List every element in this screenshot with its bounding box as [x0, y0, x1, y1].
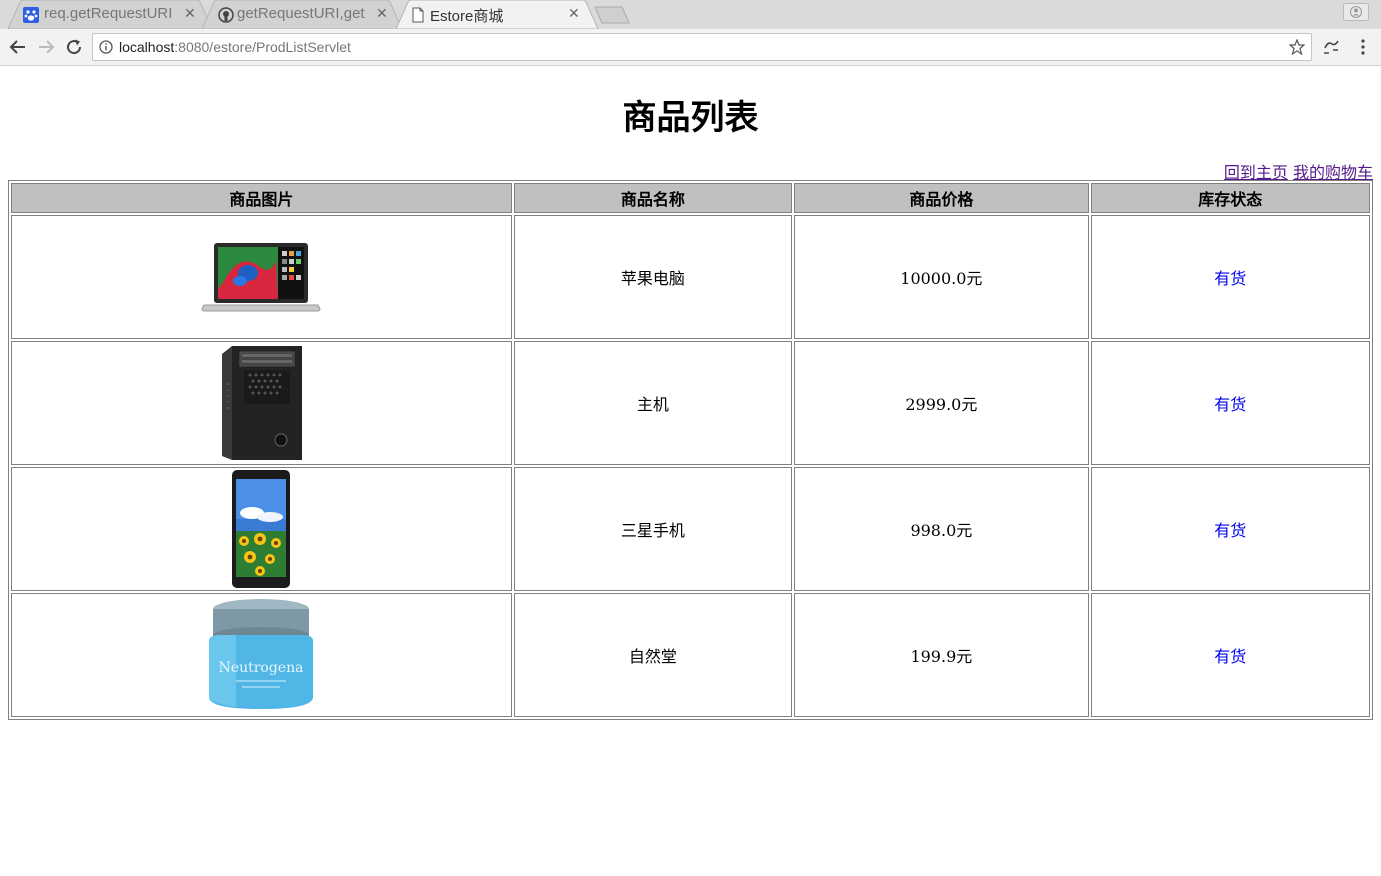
page-title: 商品列表: [622, 98, 759, 138]
info-icon[interactable]: [99, 40, 113, 54]
table-row: 苹果电脑 10000.0元 有货: [11, 215, 1370, 339]
product-name: 苹果电脑: [513, 215, 793, 339]
product-image-cell: [11, 467, 512, 591]
table-header-row: 商品图片 商品名称 商品价格 库存状态: [11, 183, 1370, 213]
bookmark-star-icon[interactable]: [1289, 39, 1305, 55]
new-tab-button[interactable]: [594, 6, 630, 24]
forward-icon[interactable]: [37, 38, 55, 56]
tab-strip: req.getRequestURI ✕ getRequestURI,get ✕ …: [0, 0, 1381, 29]
page-content: 商品列表 回到主页 我的购物车 商品图片 商品名称 商品价格 库存状态 苹果电脑…: [0, 66, 1381, 876]
back-icon[interactable]: [9, 38, 27, 56]
cream-jar-image[interactable]: Neutrogena: [206, 597, 316, 713]
product-name: 三星手机: [513, 467, 793, 591]
tab-getrequesturi-get[interactable]: getRequestURI,get ✕: [202, 0, 402, 29]
url-host: localhost: [119, 39, 175, 55]
table-row: Neutrogena 自然堂 199.9元 有货: [11, 593, 1370, 717]
product-image-cell: [11, 341, 512, 465]
header-stock: 库存状态: [1090, 183, 1370, 213]
header-image: 商品图片: [11, 183, 512, 213]
product-image-cell: [11, 215, 512, 339]
pc-tower-image[interactable]: [218, 344, 304, 462]
product-table: 商品图片 商品名称 商品价格 库存状态 苹果电脑 10000.0元 有货 主机 …: [8, 180, 1373, 720]
tab-estore[interactable]: Estore商城 ✕: [396, 0, 598, 29]
tab-close-icon[interactable]: ✕: [184, 6, 196, 22]
product-price: 998.0元: [794, 467, 1089, 591]
phone-image[interactable]: [230, 469, 292, 589]
product-image-cell: Neutrogena: [11, 593, 512, 717]
browser-toolbar: localhost:8080/estore/ProdListServlet: [0, 29, 1381, 66]
table-row: 三星手机 998.0元 有货: [11, 467, 1370, 591]
header-price: 商品价格: [794, 183, 1089, 213]
laptop-image[interactable]: [200, 241, 322, 313]
jar-label: Neutrogena: [219, 660, 304, 676]
header-name: 商品名称: [513, 183, 793, 213]
stock-status[interactable]: 有货: [1090, 215, 1370, 339]
profile-button[interactable]: [1343, 3, 1369, 21]
tab-title: Estore商城: [430, 8, 504, 25]
reload-icon[interactable]: [65, 38, 83, 56]
github-icon: [218, 7, 234, 23]
product-price: 10000.0元: [794, 215, 1089, 339]
product-price: 199.9元: [794, 593, 1089, 717]
address-bar[interactable]: localhost:8080/estore/ProdListServlet: [92, 33, 1312, 61]
person-icon: [1350, 6, 1362, 18]
product-name: 主机: [513, 341, 793, 465]
tab-title: req.getRequestURI: [44, 5, 173, 22]
page-icon: [412, 7, 424, 23]
stock-status[interactable]: 有货: [1090, 593, 1370, 717]
tab-title: getRequestURI,get: [237, 5, 365, 22]
product-price: 2999.0元: [794, 341, 1089, 465]
tab-close-icon[interactable]: ✕: [376, 6, 388, 22]
tab-req-getrequesturi[interactable]: req.getRequestURI ✕: [8, 0, 212, 29]
url-text: localhost:8080/estore/ProdListServlet: [119, 39, 351, 55]
product-name: 自然堂: [513, 593, 793, 717]
table-row: 主机 2999.0元 有货: [11, 341, 1370, 465]
menu-icon[interactable]: [1358, 38, 1368, 56]
stock-status[interactable]: 有货: [1090, 467, 1370, 591]
tab-close-icon[interactable]: ✕: [568, 6, 580, 22]
url-path: :8080/estore/ProdListServlet: [174, 39, 351, 55]
stock-status[interactable]: 有货: [1090, 341, 1370, 465]
translate-extension-icon[interactable]: [1322, 38, 1340, 56]
baidu-paw-icon: [23, 7, 39, 23]
